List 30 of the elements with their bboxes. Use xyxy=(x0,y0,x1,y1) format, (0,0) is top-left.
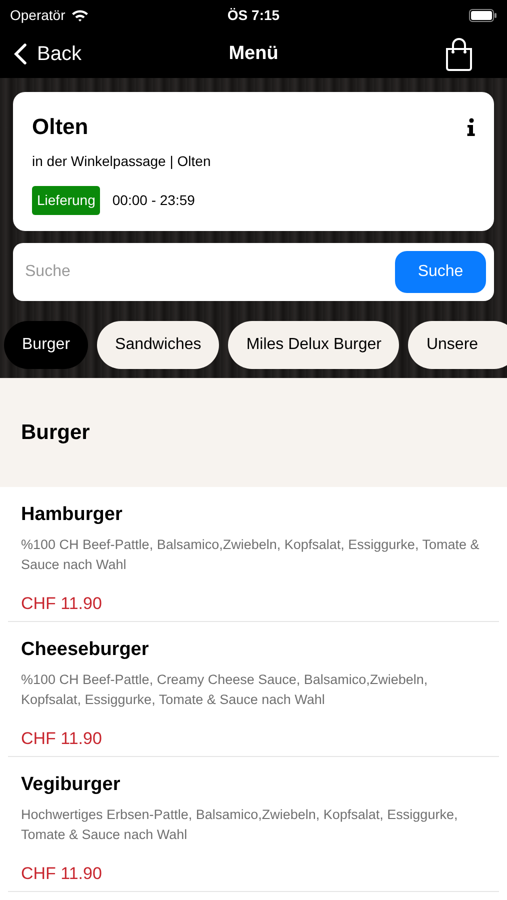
item-description: %100 CH Beef-Pattle, Balsamico,Zwiebeln, Kopfsalat, Essiggurke, Tomate & Sauce nach Wahl xyxy=(21,536,480,574)
item-price: CHF 11.90 xyxy=(21,728,103,750)
battery-icon xyxy=(468,8,497,22)
carrier-name: Operatör xyxy=(10,6,66,25)
item-description: Hochwertiges Erbsen-Pattle, Balsamico,Zwiebeln, Kopfsalat, Essiggurke, Tomate & Sauce nach Wahl xyxy=(21,806,459,844)
search-field[interactable]: Suche Suche xyxy=(13,243,494,301)
delivery-badge: Lieferung xyxy=(32,186,100,215)
info-icon xyxy=(467,118,475,136)
back-button[interactable]: Back xyxy=(14,39,82,69)
shopping-bag-icon xyxy=(445,37,473,71)
status-time: ÖS 7:15 xyxy=(227,6,280,24)
section-heading: Burger xyxy=(21,420,90,446)
search-button[interactable]: Suche xyxy=(395,251,486,293)
page-title: Menü xyxy=(228,42,278,66)
item-name: Vegiburger xyxy=(21,773,122,797)
store-name: Olten xyxy=(32,113,88,141)
store-address: in der Winkelpassage | Olten xyxy=(32,152,212,171)
chevron-left-icon xyxy=(14,43,27,65)
category-tab[interactable]: Sandwiches xyxy=(97,321,220,369)
category-tab[interactable]: Burger xyxy=(4,321,88,369)
item-name: Hamburger xyxy=(21,503,124,527)
opening-hours: 00:00 - 23:59 xyxy=(112,191,195,210)
category-tab[interactable]: Miles Delux Burger xyxy=(228,321,400,369)
item-price: CHF 11.90 xyxy=(21,592,103,614)
item-price: CHF 11.90 xyxy=(21,862,103,884)
cart-button[interactable] xyxy=(445,37,473,71)
category-tab[interactable]: Unsere xyxy=(408,321,507,369)
wifi-icon xyxy=(71,8,90,22)
item-name: Cheeseburger xyxy=(21,638,150,662)
item-description: %100 CH Beef-Pattle, Creamy Cheese Sauce, Balsamico,Zwiebeln, Kopfsalat, Essiggurke, Tomate & Sauce nach Wahl xyxy=(21,670,429,709)
